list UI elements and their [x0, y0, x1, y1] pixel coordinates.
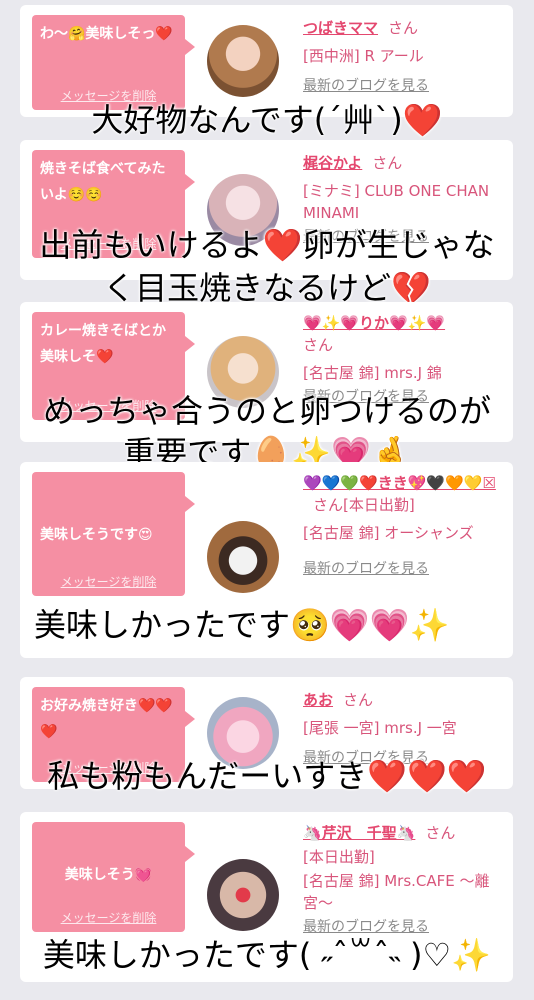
sender-info: 💜💙💚❤️きき💖🖤🧡💛☒ さん[本日出勤] [名古屋 錦] オーシャンズ 最新の… — [303, 472, 505, 580]
sender-place: [西中洲] R アール — [303, 47, 424, 65]
sender-place: [名古屋 錦] オーシャンズ — [303, 524, 474, 542]
delete-message-link[interactable]: メッセージを削除 — [32, 574, 185, 590]
sender-name-link[interactable]: 梶谷かよ — [303, 154, 362, 172]
caption-overlay: 出前もいけるよ❤️卵が生じゃな — [39, 226, 495, 264]
caption-overlay: めっちゃ合うのと卵つけるのが — [42, 392, 491, 430]
latest-blog-link[interactable]: 最新のブログを見る — [303, 558, 505, 580]
avatar[interactable] — [207, 25, 279, 97]
honorific: さん — [303, 336, 334, 354]
avatar[interactable] — [207, 859, 279, 931]
latest-blog-link[interactable]: 最新のブログを見る — [303, 916, 505, 938]
message-text: カレー焼きそばとか美味しそ❤️ — [40, 323, 166, 365]
sender-place: [尾張 一宮] mrs.J 一宮 — [303, 719, 457, 737]
message-text: わ〜🤗美味しそっ❤️ — [40, 26, 173, 42]
honorific: さん — [425, 824, 456, 842]
sender-place: [名古屋 錦] mrs.J 錦 — [303, 364, 442, 382]
sender-place: [名古屋 錦] Mrs.CAFE 〜離宮〜 — [303, 872, 490, 912]
caption-overlay: 私も粉もんだーいすき❤️❤️❤️ — [47, 757, 487, 795]
honorific: さん — [372, 154, 403, 172]
honorific: さん — [343, 691, 374, 709]
sender-name-link[interactable]: 💗✨💗りか💗✨💗 — [303, 314, 445, 332]
latest-blog-link[interactable]: 最新のブログを見る — [303, 75, 505, 97]
message-bubble: 美味しそう💓 メッセージを削除 — [32, 822, 195, 932]
sender-place: [ミナミ] CLUB ONE CHAN MINAMI — [303, 182, 490, 222]
caption-overlay: 大好物なんです(´艸`)❤️ — [91, 101, 443, 139]
sender-name-link[interactable]: 🦄芹沢 千聖🦄 — [303, 824, 415, 842]
sender-info: 🦄芹沢 千聖🦄 さん [本日出勤] [名古屋 錦] Mrs.CAFE 〜離宮〜 最… — [303, 822, 505, 938]
message-bubble: 美味しそうです😍 メッセージを削除 — [32, 472, 195, 596]
sender-name-link[interactable]: あお — [303, 691, 333, 709]
sender-name-link[interactable]: 💜💙💚❤️きき💖🖤🧡💛☒ — [303, 474, 496, 492]
delete-message-link[interactable]: メッセージを削除 — [32, 910, 185, 926]
message-text: 美味しそう💓 — [64, 867, 153, 883]
avatar[interactable] — [207, 521, 279, 593]
sender-status: [本日出勤] — [303, 848, 375, 866]
honorific-status: さん[本日出勤] — [313, 496, 415, 514]
message-text: 焼きそば食べてみたいよ☺️☺️ — [40, 161, 166, 203]
caption-overlay: 美味しかったです🥺💗💗✨ — [34, 606, 450, 644]
honorific: さん — [388, 19, 419, 37]
message-text: 美味しそうです😍 — [40, 527, 153, 543]
caption-overlay: 美味しかったです( ˶ˆ꒳ˆ˵ )♡✨ — [42, 936, 492, 974]
sender-name-link[interactable]: つばきママ — [303, 19, 378, 37]
message-bubble: わ〜🤗美味しそっ❤️ メッセージを削除 — [32, 15, 195, 110]
message-text: お好み焼き好き❤️❤️❤️ — [40, 698, 173, 740]
sender-info: つばきママ さん [西中洲] R アール 最新のブログを見る — [303, 17, 505, 97]
